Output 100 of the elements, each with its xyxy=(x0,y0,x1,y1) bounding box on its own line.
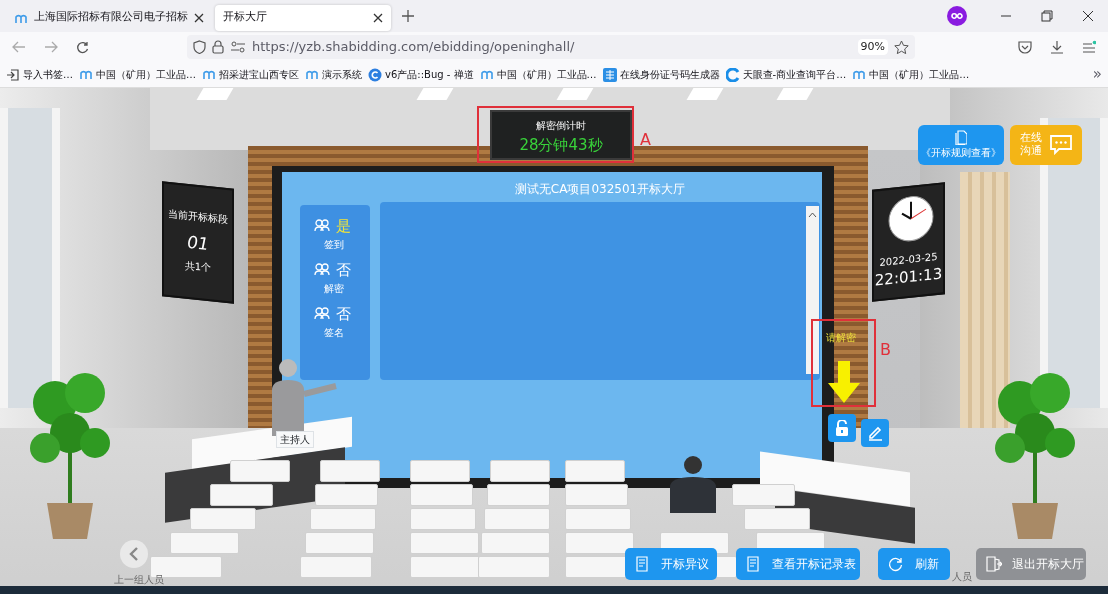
status-value: 否 xyxy=(336,260,351,281)
bookmark-item[interactable]: v6产品::Bug - 禅道 xyxy=(368,67,474,82)
bookmark-label: 中国（矿用）工业品… xyxy=(96,68,196,82)
chair-drawing xyxy=(732,484,795,506)
chair-drawing xyxy=(310,508,376,530)
status-value: 是 xyxy=(336,216,351,237)
next-group-label: 人员 xyxy=(952,570,972,584)
hall-title: 测试无CA项目032501开标大厅 xyxy=(513,181,687,198)
profile-icon[interactable] xyxy=(947,6,967,26)
previous-group-label: 上一组人员 xyxy=(114,573,164,587)
chair-drawing xyxy=(410,508,476,530)
chair-drawing xyxy=(565,484,628,506)
chair-drawing xyxy=(481,532,550,554)
section-number: 01 xyxy=(186,230,210,257)
countdown-value: 28分钟43秒 xyxy=(518,135,604,156)
chair-drawing xyxy=(410,484,473,506)
chair-drawing xyxy=(305,532,374,554)
section-title: 当前开标标段 xyxy=(167,206,229,228)
hint-text: 请解密 xyxy=(826,331,856,345)
status-label: 签名 xyxy=(324,326,344,340)
user-group-icon xyxy=(314,262,330,276)
bookmark-item[interactable]: 中国（矿用）工业品… xyxy=(479,67,597,82)
bookmark-site-icon xyxy=(368,67,382,82)
chair-drawing xyxy=(744,508,810,530)
bookmark-label: 中国（矿用）工业品… xyxy=(496,68,597,82)
bookmark-label: 中国（矿用）工业品… xyxy=(869,68,970,82)
down-arrow-icon xyxy=(828,361,860,403)
pocket-icon[interactable] xyxy=(1018,40,1032,54)
bookmark-site-icon xyxy=(725,67,740,82)
bookmark-item[interactable]: 招采进宝山西专区 xyxy=(202,67,299,82)
bookmark-label: 导入书签… xyxy=(23,68,73,82)
bookmark-label: 天眼查-商业查询平台… xyxy=(742,68,847,82)
user-group-icon xyxy=(314,218,330,232)
import-icon xyxy=(6,67,20,82)
chair-drawing xyxy=(230,460,290,482)
tab-title: 上海国际招标有限公司电子招标 xyxy=(34,9,188,26)
chair-drawing xyxy=(410,460,470,482)
chair-drawing xyxy=(484,508,550,530)
countdown-title: 解密倒计时 xyxy=(535,119,587,133)
document-icon xyxy=(955,130,967,145)
chair-drawing xyxy=(170,532,239,554)
bookmark-item[interactable]: 天眼查-商业查询平台… xyxy=(725,67,847,82)
bookmark-item[interactable]: 中国（矿用）工业品… xyxy=(852,67,970,82)
bookmark-label: 招采进宝山西专区 xyxy=(219,68,299,82)
pen-icon xyxy=(867,425,883,441)
tab-title: 开标大厅 xyxy=(223,9,268,26)
exit-door-icon xyxy=(986,556,1002,572)
status-value: 否 xyxy=(336,304,351,325)
bookmark-item[interactable]: 演示系统 xyxy=(305,67,362,82)
zoom-level[interactable]: 90% xyxy=(857,38,888,56)
bookmark-item[interactable]: 导入书签… xyxy=(6,67,73,82)
chair-drawing xyxy=(320,460,380,482)
permissions-icon[interactable] xyxy=(230,41,246,53)
chair-drawing xyxy=(478,556,550,578)
bookmark-star-icon[interactable] xyxy=(894,39,909,55)
bookmark-item[interactable]: 中国（矿用）工业品… xyxy=(79,67,196,82)
chair-drawing xyxy=(490,460,550,482)
chair-drawing xyxy=(210,484,273,506)
chat-icon xyxy=(1049,135,1072,155)
chair-drawing xyxy=(565,532,634,554)
document-icon xyxy=(746,556,762,572)
close-icon[interactable] xyxy=(194,12,204,23)
annotation-label: A xyxy=(640,129,651,151)
section-total: 共1个 xyxy=(183,258,213,276)
chair-drawing xyxy=(300,556,372,578)
restore-icon[interactable] xyxy=(1041,10,1053,22)
url-text[interactable]: https://yzb.shabidding.com/ebidding/openinghall/ xyxy=(252,37,852,57)
bookmark-site-icon xyxy=(602,67,617,82)
bookmark-item[interactable]: 在线身份证号码生成器 xyxy=(602,67,720,82)
host-label: 主持人 xyxy=(276,431,314,448)
bookmark-label: 演示系统 xyxy=(322,68,362,82)
browser-tab[interactable]: 开标大厅 xyxy=(215,4,391,31)
chair-drawing xyxy=(565,508,631,530)
scroll-up-icon[interactable] xyxy=(808,212,817,218)
shield-icon xyxy=(193,40,206,54)
annotation-label: B xyxy=(880,339,891,361)
unlock-button[interactable] xyxy=(828,414,856,442)
bookmark-label: 在线身份证号码生成器 xyxy=(619,68,720,82)
chair-drawing xyxy=(410,532,479,554)
document-icon xyxy=(635,556,651,572)
close-icon[interactable] xyxy=(1082,10,1094,22)
close-icon[interactable] xyxy=(373,12,383,23)
chair-drawing xyxy=(487,484,550,506)
reload-icon[interactable] xyxy=(76,40,89,54)
status-label: 解密 xyxy=(324,282,344,296)
overflow-button[interactable]: » xyxy=(1092,67,1102,82)
download-icon[interactable] xyxy=(1050,40,1064,54)
clock-date: 2022-03-25 xyxy=(879,249,938,269)
lock-icon xyxy=(212,40,224,54)
sign-button[interactable] xyxy=(861,419,889,447)
chair-drawing xyxy=(565,460,625,482)
browser-tab[interactable]: 上海国际招标有限公司电子招标 xyxy=(6,4,212,31)
user-group-icon xyxy=(314,306,330,320)
attendee-figure-drawing xyxy=(668,453,718,513)
chair-drawing xyxy=(315,484,378,506)
chevron-left-icon xyxy=(129,547,139,561)
bookmark-label: v6产品::Bug - 禅道 xyxy=(385,68,474,82)
padlock-icon xyxy=(835,419,849,437)
new-tab-icon[interactable] xyxy=(402,10,414,22)
status-label: 签到 xyxy=(324,238,344,252)
